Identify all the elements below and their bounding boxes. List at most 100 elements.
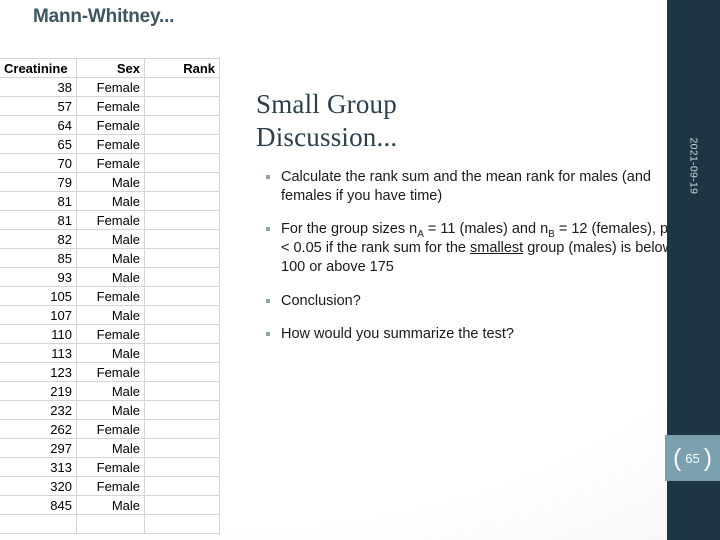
cell-rank: [144, 286, 220, 306]
cell-rank: [144, 381, 220, 401]
cell-rank: [144, 457, 220, 477]
cell-creatinine: 123: [0, 362, 77, 382]
table-row: 845 Male: [0, 495, 220, 515]
column-header-rank: Rank: [144, 58, 220, 78]
subscript-b: B: [548, 229, 555, 241]
bullet-item-4: How would you summarize the test?: [256, 325, 680, 344]
table-row: 110 Female: [0, 324, 220, 344]
cell-creatinine: 65: [0, 134, 77, 154]
cell-sex: Female: [76, 362, 145, 382]
cell-sex: Female: [76, 115, 145, 135]
column-header-creatinine: Creatinine: [0, 58, 77, 78]
subscript-a: A: [417, 229, 424, 241]
cell-creatinine: 57: [0, 96, 77, 116]
bullet-item-3: Conclusion?: [256, 292, 680, 311]
page-title: Mann-Whitney...: [33, 6, 175, 27]
table-row: 113 Male: [0, 343, 220, 363]
cell-rank: [144, 267, 220, 287]
cell-creatinine: 93: [0, 267, 77, 287]
bullet-text-3: Conclusion?: [281, 292, 361, 309]
bullet-list: Calculate the rank sum and the mean rank…: [256, 168, 680, 344]
bullet-text-2-part-2: = 11 (males) and n: [423, 221, 549, 238]
cell-creatinine: 82: [0, 229, 77, 249]
table-row: 85 Male: [0, 248, 220, 268]
cell-sex: Male: [76, 438, 145, 458]
bullet-text-2-part-1: For the group sizes n: [281, 221, 418, 238]
cell-sex: Male: [76, 229, 145, 249]
cell-creatinine: 232: [0, 400, 77, 420]
cell-sex: Male: [76, 172, 145, 192]
table-row: 81 Female: [0, 210, 220, 230]
cell-creatinine: 107: [0, 305, 77, 325]
cell-creatinine: [0, 514, 77, 534]
table-row: 105 Female: [0, 286, 220, 306]
cell-rank: [144, 248, 220, 268]
cell-sex: Male: [76, 400, 145, 420]
slide-number: 65: [685, 450, 700, 466]
table-row: 82 Male: [0, 229, 220, 249]
cell-rank: [144, 495, 220, 515]
cell-rank: [144, 362, 220, 382]
cell-creatinine: 219: [0, 381, 77, 401]
table-row: 107 Male: [0, 305, 220, 325]
table-row: 64 Female: [0, 115, 220, 135]
cell-creatinine: 110: [0, 324, 77, 344]
creatinine-data-table: Creatinine Sex Rank 38 Female 57 Female 64 Fe…: [0, 58, 220, 534]
bracket-left-icon: (: [672, 443, 682, 472]
cell-rank: [144, 305, 220, 325]
slide-date: 2021-09-19: [687, 137, 700, 195]
cell-rank: [144, 514, 220, 534]
cell-rank: [144, 229, 220, 249]
table-row: 38 Female: [0, 77, 220, 97]
cell-sex: Female: [76, 419, 145, 439]
content-heading: Small Group Discussion...: [256, 88, 680, 154]
cell-rank: [144, 400, 220, 420]
cell-rank: [144, 476, 220, 496]
cell-creatinine: 845: [0, 495, 77, 515]
table-row: 219 Male: [0, 381, 220, 401]
cell-sex: Female: [76, 457, 145, 477]
table-row: 65 Female: [0, 134, 220, 154]
table-row: 57 Female: [0, 96, 220, 116]
cell-sex: Male: [76, 248, 145, 268]
cell-rank: [144, 96, 220, 116]
bullet-text-1: Calculate the rank sum and the mean rank…: [281, 168, 651, 204]
bullet-text-2-emphasis: smallest: [470, 240, 524, 257]
table-row: 123 Female: [0, 362, 220, 382]
cell-sex: Female: [76, 210, 145, 230]
bullet-text-4: How would you summarize the test?: [281, 325, 514, 342]
cell-rank: [144, 438, 220, 458]
cell-sex: Female: [76, 476, 145, 496]
cell-creatinine: 79: [0, 172, 77, 192]
cell-sex: Female: [76, 153, 145, 173]
cell-creatinine: 113: [0, 343, 77, 363]
cell-creatinine: 38: [0, 77, 77, 97]
cell-rank: [144, 210, 220, 230]
table-row: 313 Female: [0, 457, 220, 477]
table-row: 297 Male: [0, 438, 220, 458]
column-header-sex: Sex: [76, 58, 145, 78]
cell-rank: [144, 191, 220, 211]
table-body: 38 Female 57 Female 64 Female 65 Female 70 Female…: [0, 77, 220, 534]
cell-creatinine: 262: [0, 419, 77, 439]
cell-sex: Male: [76, 305, 145, 325]
cell-creatinine: 85: [0, 248, 77, 268]
cell-rank: [144, 419, 220, 439]
cell-sex: Male: [76, 495, 145, 515]
heading-line-1: Small Group: [256, 89, 397, 119]
cell-sex: Male: [76, 267, 145, 287]
cell-creatinine: 70: [0, 153, 77, 173]
cell-rank: [144, 134, 220, 154]
cell-sex: Male: [76, 381, 145, 401]
cell-creatinine: 297: [0, 438, 77, 458]
bullet-item-1: Calculate the rank sum and the mean rank…: [256, 168, 680, 206]
cell-creatinine: 81: [0, 210, 77, 230]
cell-rank: [144, 343, 220, 363]
cell-rank: [144, 77, 220, 97]
table-row: 232 Male: [0, 400, 220, 420]
bullet-item-2: For the group sizes nA = 11 (males) and …: [256, 220, 680, 277]
cell-rank: [144, 172, 220, 192]
bracket-right-icon: ): [703, 443, 713, 472]
cell-creatinine: 64: [0, 115, 77, 135]
table-row: [0, 514, 220, 534]
